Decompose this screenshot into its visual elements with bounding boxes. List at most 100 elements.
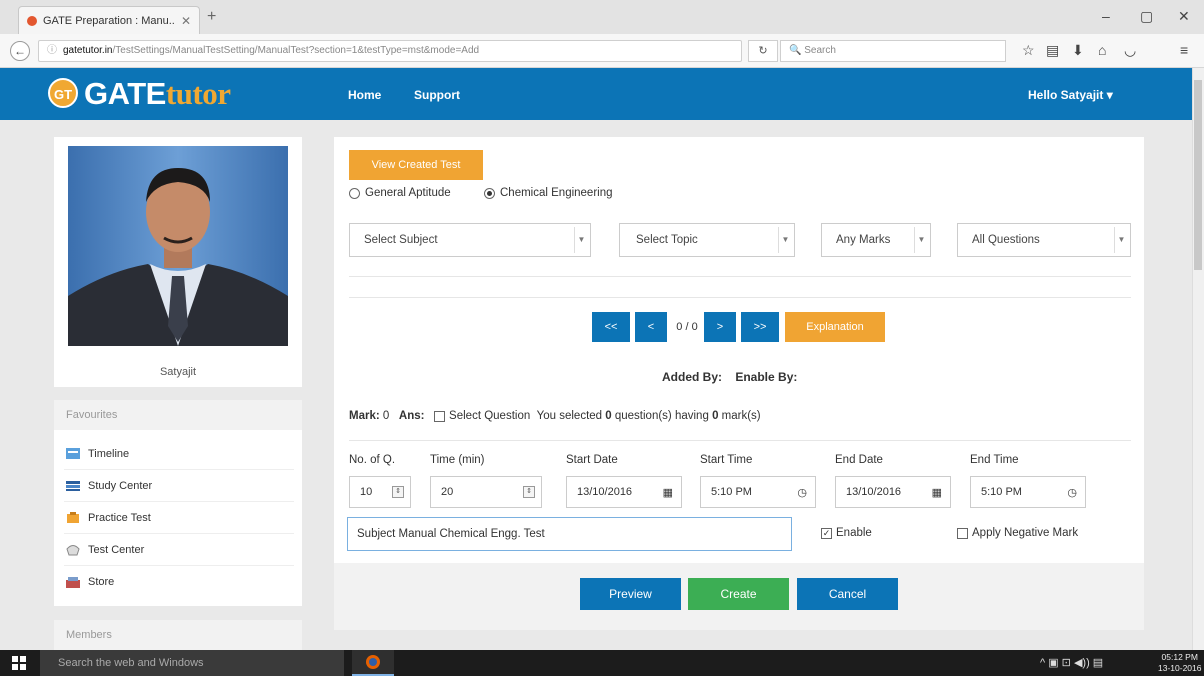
back-arrow-icon[interactable]: ←	[10, 41, 30, 61]
test-name-value: Subject Manual Chemical Engg. Test	[357, 528, 545, 540]
radio-chemical-engineering[interactable]: Chemical Engineering	[484, 187, 613, 199]
sidebar-item-practice-test[interactable]: Practice Test	[64, 502, 294, 534]
subject-select[interactable]: Select Subject ▼	[349, 223, 591, 257]
maximize-icon[interactable]: ▢	[1140, 8, 1153, 25]
marks-select-value: Any Marks	[836, 234, 891, 246]
menu-icon[interactable]: ≡	[1180, 42, 1188, 58]
start-date-value: 13/10/2016	[577, 486, 633, 498]
start-date-input[interactable]: 13/10/2016 ▦	[566, 476, 682, 508]
scrollbar-thumb[interactable]	[1194, 80, 1202, 270]
sidebar-item-label: Practice Test	[88, 511, 151, 524]
cancel-button[interactable]: Cancel	[797, 578, 898, 610]
select-question-label: Select Question	[449, 410, 531, 422]
start-time-value: 5:10 PM	[711, 486, 752, 498]
browser-search-input[interactable]: 🔍 Search	[780, 40, 1006, 62]
url-bar[interactable]: ⓘ gatetutor.in/TestSettings/ManualTestSet…	[38, 40, 742, 62]
preview-button[interactable]: Preview	[580, 578, 681, 610]
apply-negative-mark-checkbox[interactable]: Apply Negative Mark	[957, 527, 1078, 539]
no-of-q-stepper[interactable]: 10 ⇕	[349, 476, 411, 508]
question-mark-row: Mark: 0 Ans: Select Question You selecte…	[349, 410, 761, 422]
site-logo[interactable]: GATEtutor	[84, 76, 231, 112]
spinner-icon[interactable]: ⇕	[523, 486, 535, 498]
user-menu-dropdown[interactable]: Hello Satyajit ▾	[1028, 88, 1113, 102]
clock-icon[interactable]: ◷	[1067, 486, 1077, 499]
view-created-test-button[interactable]: View Created Test	[349, 150, 483, 180]
profile-photo[interactable]	[68, 146, 288, 346]
time-min-label: Time (min)	[430, 454, 485, 466]
windows-start-icon[interactable]	[12, 656, 26, 670]
site-favicon-icon	[27, 15, 37, 26]
spinner-icon[interactable]: ⇕	[392, 486, 404, 498]
topic-select[interactable]: Select Topic ▼	[619, 223, 795, 257]
marks-select[interactable]: Any Marks ▼	[821, 223, 931, 257]
logo-main: GATE	[84, 76, 166, 111]
reader-icon[interactable]: ▤	[1046, 42, 1059, 59]
firefox-taskbar-icon[interactable]	[352, 650, 394, 676]
download-icon[interactable]: ⬇	[1072, 42, 1084, 59]
first-page-button[interactable]: <<	[592, 312, 630, 342]
next-page-button[interactable]: >	[704, 312, 736, 342]
reload-icon[interactable]: ↻	[748, 40, 778, 62]
enable-checkbox[interactable]: ✓ Enable	[821, 527, 872, 539]
sidebar-item-label: Study Center	[88, 479, 153, 492]
taskbar-clock[interactable]: 05:12 PM 13-10-2016	[1158, 652, 1201, 674]
select-question-checkbox[interactable]	[434, 410, 446, 422]
divider	[349, 276, 1131, 277]
new-tab-icon[interactable]: +	[207, 8, 216, 26]
home-icon[interactable]: ⌂	[1098, 42, 1106, 58]
clock-date: 13-10-2016	[1158, 663, 1202, 673]
close-tab-icon[interactable]: ✕	[181, 14, 191, 28]
questions-select[interactable]: All Questions ▼	[957, 223, 1131, 257]
url-path: /TestSettings/ManualTestSetting/ManualTe…	[112, 45, 480, 56]
store-icon	[64, 575, 82, 589]
chevron-down-icon: ▼	[574, 227, 588, 253]
last-page-button[interactable]: >>	[741, 312, 779, 342]
time-min-stepper[interactable]: 20 ⇕	[430, 476, 542, 508]
star-icon[interactable]: ☆	[1022, 42, 1035, 59]
sidebar-item-timeline[interactable]: Timeline	[64, 438, 294, 470]
study-center-icon	[64, 479, 82, 493]
start-time-input[interactable]: 5:10 PM ◷	[700, 476, 816, 508]
start-date-label: Start Date	[566, 454, 618, 466]
url-host: gatetutor.in	[63, 45, 113, 56]
radio-general-aptitude[interactable]: General Aptitude	[349, 187, 451, 199]
browser-tab[interactable]: GATE Preparation : Manu... ✕	[18, 6, 200, 34]
prev-page-button[interactable]: <	[635, 312, 667, 342]
taskbar-search-input[interactable]: Search the web and Windows	[40, 650, 344, 676]
nav-support-link[interactable]: Support	[414, 88, 460, 102]
no-of-q-value: 10	[360, 486, 373, 498]
clock-icon[interactable]: ◷	[797, 486, 807, 499]
radio-label: Chemical Engineering	[500, 187, 613, 199]
pocket-icon[interactable]: ◡	[1124, 42, 1136, 59]
test-name-input[interactable]: Subject Manual Chemical Engg. Test	[347, 517, 792, 551]
page-counter: 0 / 0	[676, 321, 698, 333]
calendar-icon[interactable]: ▦	[932, 486, 942, 499]
end-time-label: End Time	[970, 454, 1019, 466]
nav-home-link[interactable]: Home	[348, 88, 381, 102]
sidebar-item-store[interactable]: Store	[64, 566, 294, 598]
calendar-icon[interactable]: ▦	[663, 486, 673, 499]
end-date-input[interactable]: 13/10/2016 ▦	[835, 476, 951, 508]
minimize-icon[interactable]: –	[1102, 8, 1110, 24]
create-button[interactable]: Create	[688, 578, 789, 610]
no-of-q-label: No. of Q.	[349, 454, 396, 466]
end-time-input[interactable]: 5:10 PM ◷	[970, 476, 1086, 508]
questions-select-value: All Questions	[972, 234, 1040, 246]
mark-value: 0	[382, 410, 390, 422]
end-date-label: End Date	[835, 454, 883, 466]
added-enable-by: Added By: Enable By:	[662, 370, 797, 384]
selected-marks: 0	[712, 410, 719, 422]
system-tray-icons[interactable]: ^ ▣ ⊡ ◀)) ▤	[1040, 656, 1103, 669]
radio-label: General Aptitude	[365, 187, 451, 199]
sidebar-item-test-center[interactable]: Test Center	[64, 534, 294, 566]
close-window-icon[interactable]: ✕	[1178, 8, 1190, 25]
sidebar-item-study-center[interactable]: Study Center	[64, 470, 294, 502]
practice-test-icon	[64, 511, 82, 525]
enable-label: Enable	[836, 527, 872, 539]
logo-badge[interactable]: GT	[48, 78, 78, 108]
explanation-button[interactable]: Explanation	[785, 312, 885, 342]
sidebar-item-label: Test Center	[88, 543, 145, 556]
chevron-down-icon: ▼	[1114, 227, 1128, 253]
ans-label: Ans:	[398, 410, 425, 422]
tab-title: GATE Preparation : Manu...	[43, 14, 175, 27]
